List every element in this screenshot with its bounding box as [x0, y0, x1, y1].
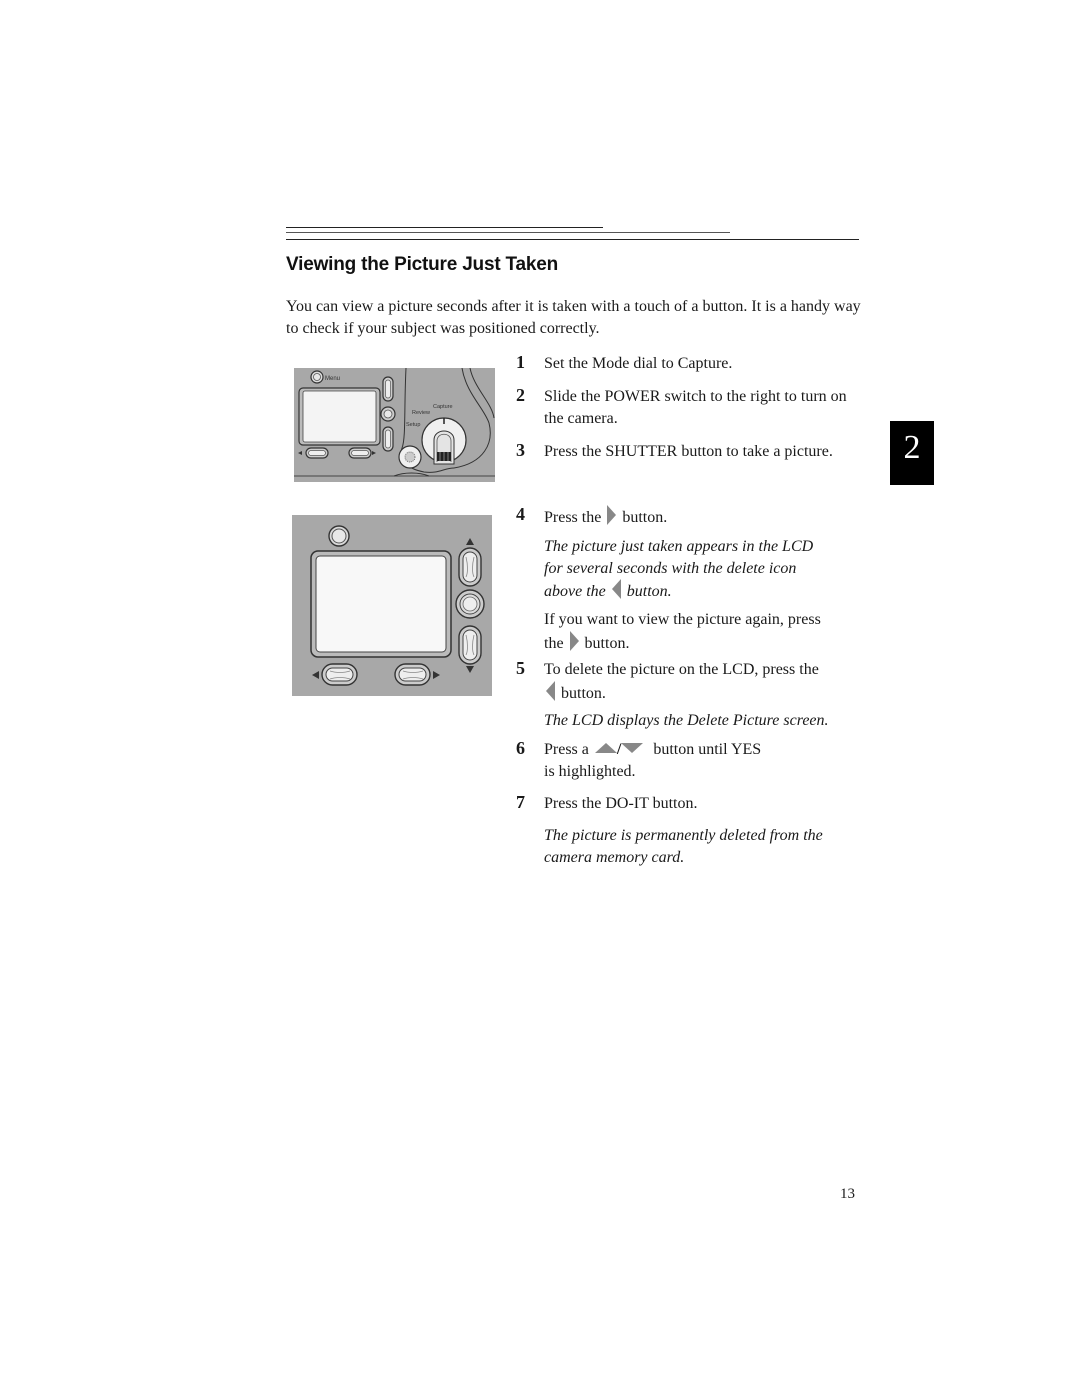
- dial-label-review: Review: [412, 410, 430, 416]
- do-it-button: [380, 406, 396, 422]
- step-number: 6: [516, 738, 525, 758]
- dial-label-setup: Setup: [406, 422, 420, 428]
- right-arrow-icon: [569, 630, 579, 651]
- step-text: Press the: [544, 509, 602, 526]
- step-number: 7: [516, 792, 525, 812]
- intro-paragraph: You can view a picture seconds after it …: [286, 298, 861, 337]
- header-rule-medium: [286, 232, 730, 233]
- step-extra: If you want to view the picture again, p…: [544, 611, 821, 652]
- header-rule-short: [286, 227, 603, 228]
- control-panel-figure: [292, 515, 492, 696]
- step-text: button until YES: [653, 741, 762, 758]
- up-arrow-icon: [594, 743, 617, 753]
- speaker-grille: [398, 445, 422, 469]
- step-text: Press the DO-IT button.: [544, 795, 698, 812]
- dial-label-capture: Capture: [433, 404, 453, 410]
- step-number: 5: [516, 658, 525, 678]
- step-note: The picture is permanently deleted from …: [544, 827, 823, 866]
- step-text: Set the Mode dial to Capture.: [544, 355, 733, 372]
- step-text: button.: [561, 684, 606, 702]
- up-button: [382, 376, 394, 402]
- step-text: Slide the POWER switch to the right to t…: [544, 388, 847, 427]
- menu-label: Menu: [325, 376, 340, 382]
- step-number: 3: [516, 440, 525, 460]
- menu-button: [328, 525, 350, 547]
- left-arrow-icon: [546, 680, 555, 701]
- lcd-screen: [310, 550, 452, 658]
- step-number: 1: [516, 352, 525, 372]
- page-title: Viewing the Picture Just Taken: [286, 254, 559, 275]
- step-text: To delete the picture on the LCD, press …: [544, 661, 819, 678]
- left-arrow-icon: [611, 579, 621, 599]
- header-rule-long: [286, 239, 859, 240]
- step-text: Press the SHUTTER button to take a pictu…: [544, 443, 833, 460]
- step-text: Press a: [544, 741, 589, 758]
- step-number: 2: [516, 385, 525, 405]
- menu-button: [310, 370, 324, 384]
- step-text: button.: [622, 509, 668, 526]
- step-text: is highlighted.: [544, 762, 636, 780]
- down-arrow-icon: [621, 743, 644, 753]
- page-number: 13: [840, 1186, 855, 1202]
- chapter-tab: 2: [890, 421, 934, 485]
- do-it-button: [455, 589, 485, 619]
- step-number: 4: [516, 504, 525, 524]
- step-note: The LCD displays the Delete Picture scre…: [544, 712, 829, 729]
- down-button: [382, 426, 394, 452]
- step-note: The picture just taken appears in the LC…: [544, 538, 814, 600]
- right-arrow-icon: [607, 505, 617, 525]
- camera-back-figure: Menu Capture Review Setup: [294, 368, 495, 482]
